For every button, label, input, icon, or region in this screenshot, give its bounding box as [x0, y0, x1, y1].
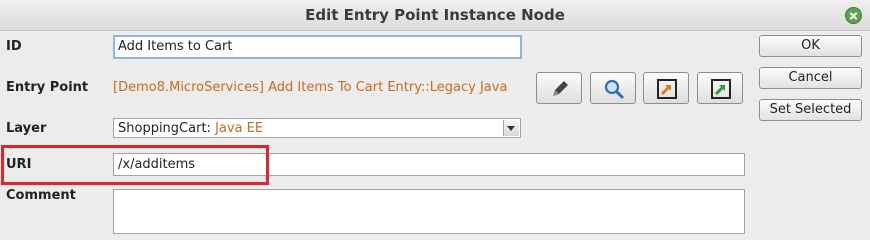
- ok-button[interactable]: OK: [759, 35, 862, 57]
- edit-entry-point-button[interactable]: [536, 72, 582, 104]
- chevron-down-icon[interactable]: [503, 120, 519, 136]
- layer-selected-value: ShoppingCart: Java EE: [118, 121, 263, 136]
- uri-highlight-box: [1, 145, 269, 185]
- navigate-orange-icon: [657, 79, 677, 99]
- comment-label: Comment: [6, 188, 76, 203]
- entry-point-value: [Demo8.MicroServices] Add Items To Cart …: [113, 80, 508, 95]
- id-input[interactable]: Add Items to Cart: [113, 35, 522, 59]
- set-selected-button[interactable]: Set Selected: [759, 99, 862, 121]
- entry-point-label: Entry Point: [6, 80, 89, 95]
- close-icon[interactable]: [845, 7, 862, 24]
- search-entry-point-button[interactable]: [590, 72, 636, 104]
- layer-name: ShoppingCart:: [118, 121, 211, 136]
- navigate-green-button[interactable]: [697, 72, 743, 104]
- cancel-button[interactable]: Cancel: [759, 67, 862, 89]
- pencil-icon: [553, 81, 568, 96]
- layer-select[interactable]: ShoppingCart: Java EE: [113, 118, 521, 138]
- title-bar: Edit Entry Point Instance Node: [0, 0, 870, 31]
- layer-label: Layer: [6, 121, 47, 136]
- navigate-green-icon: [711, 79, 731, 99]
- dialog-title: Edit Entry Point Instance Node: [305, 6, 565, 24]
- id-label: ID: [6, 39, 22, 54]
- comment-textarea[interactable]: [113, 189, 745, 234]
- navigate-orange-button[interactable]: [643, 72, 689, 104]
- magnifier-icon: [604, 79, 624, 99]
- layer-type: Java EE: [215, 121, 264, 136]
